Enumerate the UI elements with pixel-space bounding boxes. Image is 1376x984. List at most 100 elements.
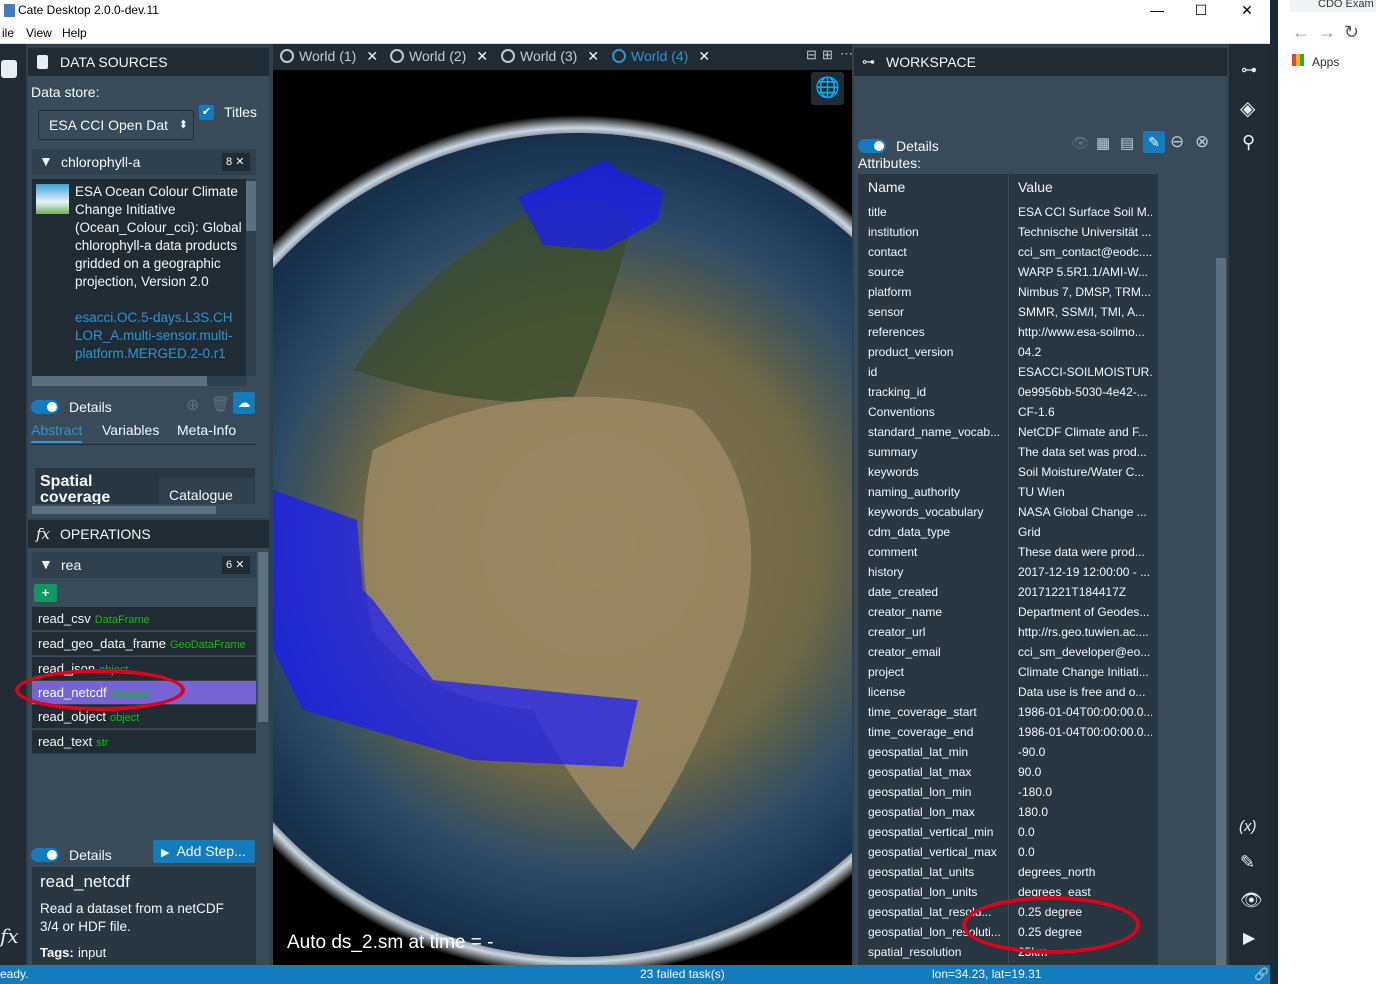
attribute-row[interactable]: geospatial_lon_max 180.0 [858, 802, 1158, 822]
download-cloud-icon[interactable]: ☁ [233, 392, 255, 414]
attribute-row[interactable]: tracking_id 0e9956bb-5030-4e42-... [858, 382, 1158, 402]
split-vertical-icon[interactable]: ⊞ [822, 47, 833, 63]
close-tab-icon[interactable]: ✕ [587, 48, 599, 64]
attribute-row[interactable]: title ESA CCI Surface Soil M... [858, 202, 1158, 222]
clear-filter-icon[interactable]: ✕ [235, 156, 244, 168]
variables-icon[interactable]: (x) [1239, 818, 1257, 835]
close-circle-icon[interactable]: ⊗ [1195, 132, 1209, 152]
apps-link[interactable]: Apps [1312, 55, 1339, 69]
attribute-row[interactable]: summary The data set was prod... [858, 442, 1158, 462]
operation-details-toggle[interactable] [31, 848, 59, 862]
tab-world-4-active[interactable]: World (4) ✕ [612, 48, 710, 66]
maximize-button[interactable]: ☐ [1178, 0, 1224, 22]
attribute-row[interactable]: geospatial_lat_min -90.0 [858, 742, 1158, 762]
play-icon[interactable]: ▶ [1243, 928, 1255, 948]
location-pin-icon[interactable]: ⚲ [1242, 132, 1255, 153]
apps-icon[interactable] [1292, 54, 1304, 66]
catalogue-button[interactable]: Catalogue [159, 478, 254, 504]
menu-file[interactable]: ile [2, 26, 14, 40]
folder-icon[interactable]: ▤ [1120, 134, 1134, 152]
details-toggle[interactable] [31, 400, 59, 414]
data-source-filter[interactable]: ▼ chlorophyll-a 8 ✕ [32, 149, 256, 175]
minimize-button[interactable]: — [1134, 0, 1180, 22]
attribute-row[interactable]: date_created 20171221T184417Z [858, 582, 1158, 602]
attribute-row[interactable]: Conventions CF-1.6 [858, 402, 1158, 422]
link-icon[interactable]: 🔗 [1254, 965, 1269, 984]
attribute-row[interactable]: source WARP 5.5R1.1/AMI-W... [858, 262, 1158, 282]
filter-input[interactable]: chlorophyll-a [61, 154, 140, 170]
attribute-row[interactable]: creator_email cci_sm_developer@eo... [858, 642, 1158, 662]
attribute-row[interactable]: geospatial_lat_max 90.0 [858, 762, 1158, 782]
operation-filter-input[interactable]: rea [61, 557, 81, 573]
attribute-row[interactable]: naming_authority TU Wien [858, 482, 1158, 502]
workspace-icon[interactable]: ⊶ [1241, 60, 1257, 80]
database-icon[interactable] [1, 60, 17, 78]
attribute-row[interactable]: product_version 04.2 [858, 342, 1158, 362]
attribute-row[interactable]: geospatial_lat_units degrees_north [858, 862, 1158, 882]
workspace-scrollbar[interactable] [1216, 258, 1226, 965]
clear-filter-icon[interactable]: ✕ [235, 559, 244, 571]
data-store-select[interactable]: ESA CCI Open Dat ⬍ [38, 110, 194, 140]
attribute-row[interactable]: history 2017-12-19 12:00:00 - ... [858, 562, 1158, 582]
attribute-row[interactable]: time_coverage_end 1986-01-04T00:00:00.0..… [858, 722, 1158, 742]
operation-filter[interactable]: ▼ rea 6 ✕ [32, 552, 256, 578]
data-source-item-title[interactable]: ESA Ocean Colour Climate Change Initiati… [75, 183, 243, 291]
tab-meta-info[interactable]: Meta-Info [177, 422, 236, 438]
globe-icon[interactable]: 🌐 [811, 72, 844, 105]
back-icon[interactable]: ← [1292, 22, 1310, 43]
browser-tab[interactable]: CDO Exam [1290, 0, 1376, 12]
tab-world-3[interactable]: World (3) ✕ [501, 48, 599, 66]
reload-icon[interactable]: ↻ [1344, 22, 1359, 43]
titles-checkbox[interactable]: ✔ [199, 105, 214, 120]
attribute-row[interactable]: contact cci_sm_contact@eodc.... [858, 242, 1158, 262]
attribute-row[interactable]: comment These data were prod... [858, 542, 1158, 562]
menu-view[interactable]: View [26, 26, 52, 40]
attribute-row[interactable]: keywords_vocabulary NASA Global Change ..… [858, 502, 1158, 522]
table-icon[interactable]: ▦ [1096, 134, 1110, 152]
attribute-row[interactable]: id ESACCI-SOILMOISTUR... [858, 362, 1158, 382]
attribute-row[interactable]: cdm_data_type Grid [858, 522, 1158, 542]
attribute-row[interactable]: project Climate Change Initiati... [858, 662, 1158, 682]
workspace-details-toggle[interactable] [858, 139, 886, 153]
failed-tasks-link[interactable]: 23 failed task(s) [640, 965, 725, 984]
layers-icon[interactable]: ◈ [1240, 96, 1255, 121]
more-icon[interactable]: ⋯ [840, 46, 853, 62]
edit-box-icon[interactable]: ✎ [1240, 852, 1255, 873]
eye-icon[interactable]: 👁 [1240, 890, 1263, 911]
attribute-row[interactable]: sensor SMMR, SSM/I, TMI, A... [858, 302, 1158, 322]
attribute-row[interactable]: geospatial_lon_min -180.0 [858, 782, 1158, 802]
fx-icon[interactable]: fx [0, 924, 19, 948]
eye-icon[interactable]: 👁 [1071, 134, 1090, 152]
attribute-row[interactable]: standard_name_vocab... NetCDF Climate and… [858, 422, 1158, 442]
horizontal-scrollbar-thumb[interactable] [32, 506, 216, 514]
close-tab-icon[interactable]: ✕ [366, 48, 378, 64]
edit-icon[interactable]: ✎ [1143, 131, 1165, 153]
add-step-button[interactable]: ▶ Add Step... [153, 840, 255, 863]
tab-world-2[interactable]: World (2) ✕ [390, 48, 488, 66]
horizontal-scrollbar[interactable] [32, 376, 246, 386]
attribute-row[interactable]: platform Nimbus 7, DMSP, TRM... [858, 282, 1158, 302]
forward-icon[interactable]: → [1318, 22, 1336, 43]
split-horizontal-icon[interactable]: ⊟ [806, 47, 817, 63]
attribute-row[interactable]: geospatial_vertical_max 0.0 [858, 842, 1158, 862]
data-source-item-id[interactable]: esacci.OC.5-days.L3S.CHLOR_A.multi-senso… [75, 309, 235, 363]
attribute-row[interactable]: geospatial_vertical_min 0.0 [858, 822, 1158, 842]
attribute-row[interactable]: creator_url http://rs.geo.tuwien.ac.... [858, 622, 1158, 642]
globe-view[interactable]: 🌐 Auto ds_2.sm at time = - [273, 70, 852, 965]
tab-abstract[interactable]: Abstract [31, 422, 83, 443]
attribute-row[interactable]: references http://www.esa-soilmo... [858, 322, 1158, 342]
add-operation-button[interactable]: + [34, 584, 57, 602]
attribute-row[interactable]: license Data use is free and o... [858, 682, 1158, 702]
attribute-row[interactable]: keywords Soil Moisture/Water C... [858, 462, 1158, 482]
remove-icon[interactable]: ⊖ [1170, 132, 1184, 152]
scrollbar[interactable] [246, 179, 256, 376]
attribute-row[interactable]: creator_name Department of Geodes... [858, 602, 1158, 622]
operations-scrollbar[interactable] [258, 552, 268, 722]
tab-world-1[interactable]: World (1) ✕ [280, 48, 378, 66]
operation-item[interactable]: read_csv DataFrame [32, 607, 256, 631]
attribute-row[interactable]: time_coverage_start 1986-01-04T00:00:00.0… [858, 702, 1158, 722]
close-tab-icon[interactable]: ✕ [476, 48, 488, 64]
close-tab-icon[interactable]: ✕ [698, 48, 710, 64]
add-icon[interactable]: ⊕ [186, 395, 199, 415]
operation-item[interactable]: read_geo_data_frame GeoDataFrame [32, 632, 256, 656]
